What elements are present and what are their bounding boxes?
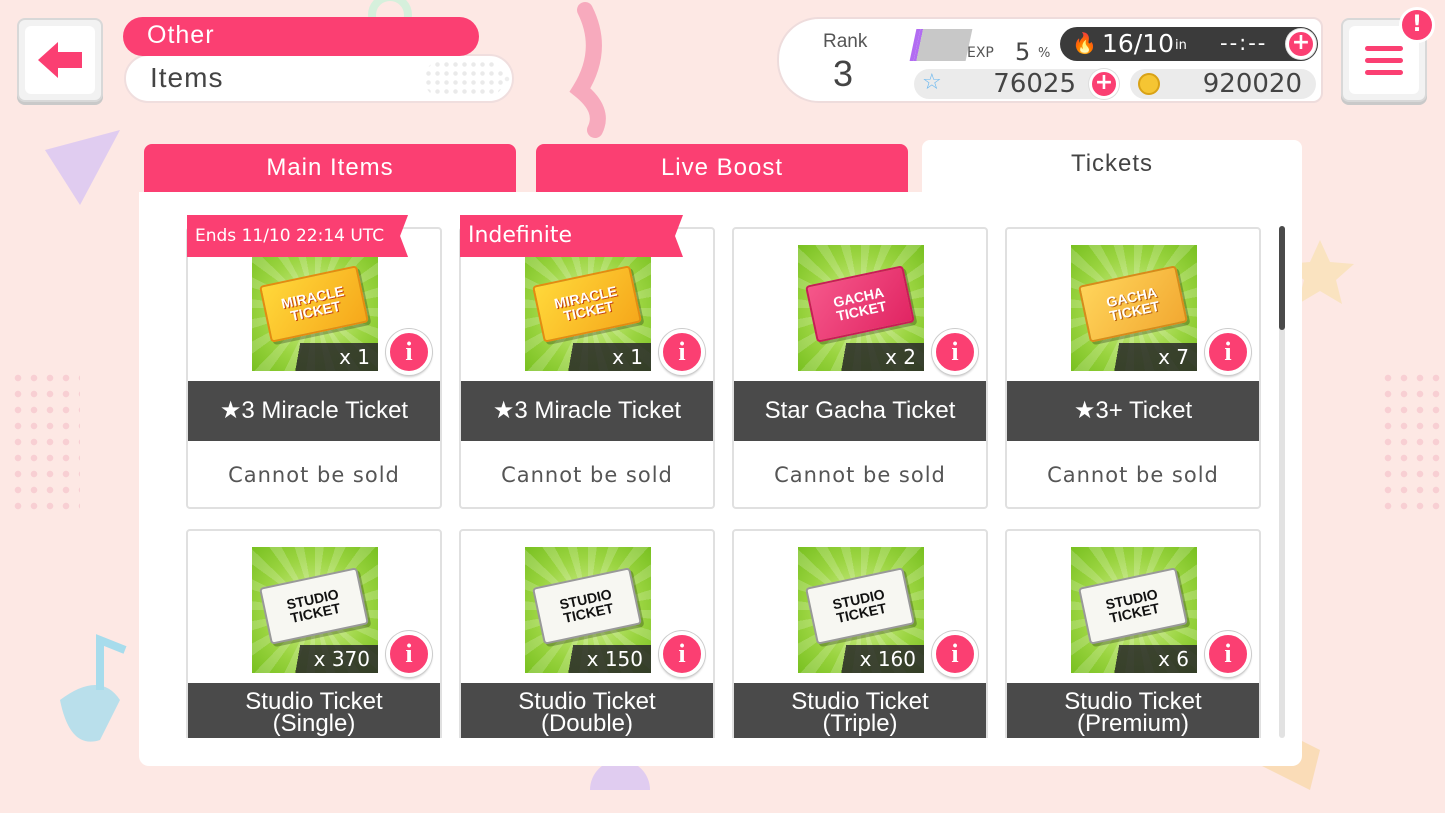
info-button[interactable]: i bbox=[1205, 631, 1251, 677]
item-name: Star Gacha Ticket bbox=[734, 381, 986, 441]
item-name: Studio Ticket (Premium) bbox=[1007, 683, 1259, 738]
item-card-star-gacha-ticket[interactable]: GACHA TICKET x 2 i Star Gacha Ticket Can… bbox=[732, 227, 988, 509]
item-name: ★3+ Ticket bbox=[1007, 381, 1259, 441]
item-quantity: x 160 bbox=[834, 645, 924, 673]
info-button[interactable]: i bbox=[1205, 329, 1251, 375]
item-name-line2: (Double) bbox=[540, 710, 634, 737]
studio-ticket-image: STUDIO TICKET x 370 bbox=[252, 547, 378, 673]
item-card-studio-ticket-premium[interactable]: STUDIO TICKET x 6 i Studio Ticket (Premi… bbox=[1005, 529, 1261, 738]
star-gems-display: ☆ 76025 bbox=[914, 69, 1110, 99]
expiry-ribbon: Indefinite bbox=[460, 215, 683, 257]
page-title: Items bbox=[124, 54, 514, 103]
item-card-miracle-ticket-limited[interactable]: MIRACLE TICKET x 1 i ★3 Miracle Ticket C… bbox=[186, 227, 442, 509]
miracle-ticket-art: MIRACLE TICKET bbox=[532, 265, 642, 343]
item-name: Studio Ticket (Triple) bbox=[734, 683, 986, 738]
stamina-timer: --:-- bbox=[1220, 31, 1268, 55]
item-sell-status: Cannot be sold bbox=[501, 463, 673, 487]
info-button[interactable]: i bbox=[659, 631, 705, 677]
scrollbar[interactable] bbox=[1279, 226, 1285, 738]
scrollbar-thumb[interactable] bbox=[1279, 226, 1285, 330]
add-stamina-button[interactable]: + bbox=[1286, 29, 1316, 59]
item-quantity: x 7 bbox=[1107, 343, 1197, 371]
item-quantity: x 6 bbox=[1107, 645, 1197, 673]
info-button[interactable]: i bbox=[932, 631, 978, 677]
studio-ticket-image: STUDIO TICKET x 150 bbox=[525, 547, 651, 673]
page-category: Other bbox=[123, 17, 479, 56]
item-card-studio-ticket-single[interactable]: STUDIO TICKET x 370 i Studio Ticket (Sin… bbox=[186, 529, 442, 738]
coins-value: 920020 bbox=[1202, 69, 1302, 99]
item-card-studio-ticket-double[interactable]: STUDIO TICKET x 150 i Studio Ticket (Dou… bbox=[459, 529, 715, 738]
miracle-ticket-image: MIRACLE TICKET x 1 bbox=[252, 245, 378, 371]
exp-unit: % bbox=[1038, 46, 1051, 61]
exp-label: EXP bbox=[967, 45, 994, 61]
item-sell-status: Cannot be sold bbox=[228, 463, 400, 487]
item-quantity: x 150 bbox=[561, 645, 651, 673]
info-button[interactable]: i bbox=[386, 631, 432, 677]
item-name-line2: (Triple) bbox=[822, 710, 898, 737]
item-name: Studio Ticket (Single) bbox=[188, 683, 440, 738]
gacha-ticket-image: GACHA TICKET x 7 bbox=[1071, 245, 1197, 371]
info-button[interactable]: i bbox=[386, 329, 432, 375]
add-star-gems-button[interactable]: + bbox=[1089, 69, 1119, 99]
studio-ticket-art: STUDIO TICKET bbox=[259, 567, 369, 645]
item-name-line2: (Premium) bbox=[1077, 710, 1189, 737]
item-name: ★3 Miracle Ticket bbox=[461, 381, 713, 441]
item-quantity: x 1 bbox=[288, 343, 378, 371]
tab-main-items[interactable]: Main Items bbox=[144, 144, 516, 192]
item-card-miracle-ticket-indefinite[interactable]: MIRACLE TICKET x 1 i ★3 Miracle Ticket C… bbox=[459, 227, 715, 509]
tab-tickets[interactable]: Tickets bbox=[922, 140, 1302, 196]
coin-icon bbox=[1138, 73, 1160, 95]
exp-value: 5 bbox=[1015, 38, 1031, 66]
gacha-ticket-art: GACHA TICKET bbox=[1078, 265, 1188, 343]
stamina-in-label: in bbox=[1175, 38, 1187, 53]
studio-ticket-image: STUDIO TICKET x 160 bbox=[798, 547, 924, 673]
menu-alert-badge: ! bbox=[1399, 7, 1435, 43]
gacha-ticket-art: GACHA TICKET bbox=[805, 265, 915, 343]
item-card-studio-ticket-triple[interactable]: STUDIO TICKET x 160 i Studio Ticket (Tri… bbox=[732, 529, 988, 738]
items-scroll-area[interactable]: STUDIO TICKET x 370 i Studio Ticket (Sin… bbox=[139, 520, 1302, 738]
studio-ticket-art: STUDIO TICKET bbox=[1078, 567, 1188, 645]
studio-ticket-art: STUDIO TICKET bbox=[532, 567, 642, 645]
stamina-display: 🔥 16/10 in --:-- bbox=[1060, 27, 1318, 61]
back-button[interactable] bbox=[17, 18, 103, 102]
gacha-ticket-image: GACHA TICKET x 2 bbox=[798, 245, 924, 371]
item-card-star3-plus-ticket[interactable]: GACHA TICKET x 7 i ★3+ Ticket Cannot be … bbox=[1005, 227, 1261, 509]
page-title-block: Other Items bbox=[122, 17, 514, 103]
item-name: Studio Ticket (Double) bbox=[461, 683, 713, 738]
star-gem-icon: ☆ bbox=[922, 70, 942, 95]
player-status-panel: Rank 3 EXP 5 % 🔥 16/10 in --:-- + ☆ 7602… bbox=[777, 17, 1323, 103]
info-button[interactable]: i bbox=[932, 329, 978, 375]
exp-progress-bar bbox=[909, 29, 973, 61]
item-quantity: x 370 bbox=[288, 645, 378, 673]
item-sell-status: Cannot be sold bbox=[1047, 463, 1219, 487]
item-name-line2: (Single) bbox=[272, 710, 356, 737]
item-quantity: x 1 bbox=[561, 343, 651, 371]
coins-display: 920020 bbox=[1130, 69, 1316, 99]
expiry-ribbon: Ends 11/10 22:14 UTC bbox=[187, 215, 408, 257]
miracle-ticket-image: MIRACLE TICKET x 1 bbox=[525, 245, 651, 371]
star-gems-value: 76025 bbox=[993, 69, 1076, 99]
info-button[interactable]: i bbox=[659, 329, 705, 375]
item-name: ★3 Miracle Ticket bbox=[188, 381, 440, 441]
studio-ticket-image: STUDIO TICKET x 6 bbox=[1071, 547, 1197, 673]
rank-label: Rank bbox=[823, 31, 868, 52]
stamina-value: 16/10 bbox=[1102, 29, 1175, 58]
item-sell-status: Cannot be sold bbox=[774, 463, 946, 487]
flame-icon: 🔥 bbox=[1072, 31, 1097, 55]
rank-value: 3 bbox=[833, 53, 854, 94]
miracle-ticket-art: MIRACLE TICKET bbox=[259, 265, 369, 343]
back-arrow-icon bbox=[38, 42, 82, 78]
tab-live-boost[interactable]: Live Boost bbox=[536, 144, 908, 192]
item-quantity: x 2 bbox=[834, 343, 924, 371]
studio-ticket-art: STUDIO TICKET bbox=[805, 567, 915, 645]
